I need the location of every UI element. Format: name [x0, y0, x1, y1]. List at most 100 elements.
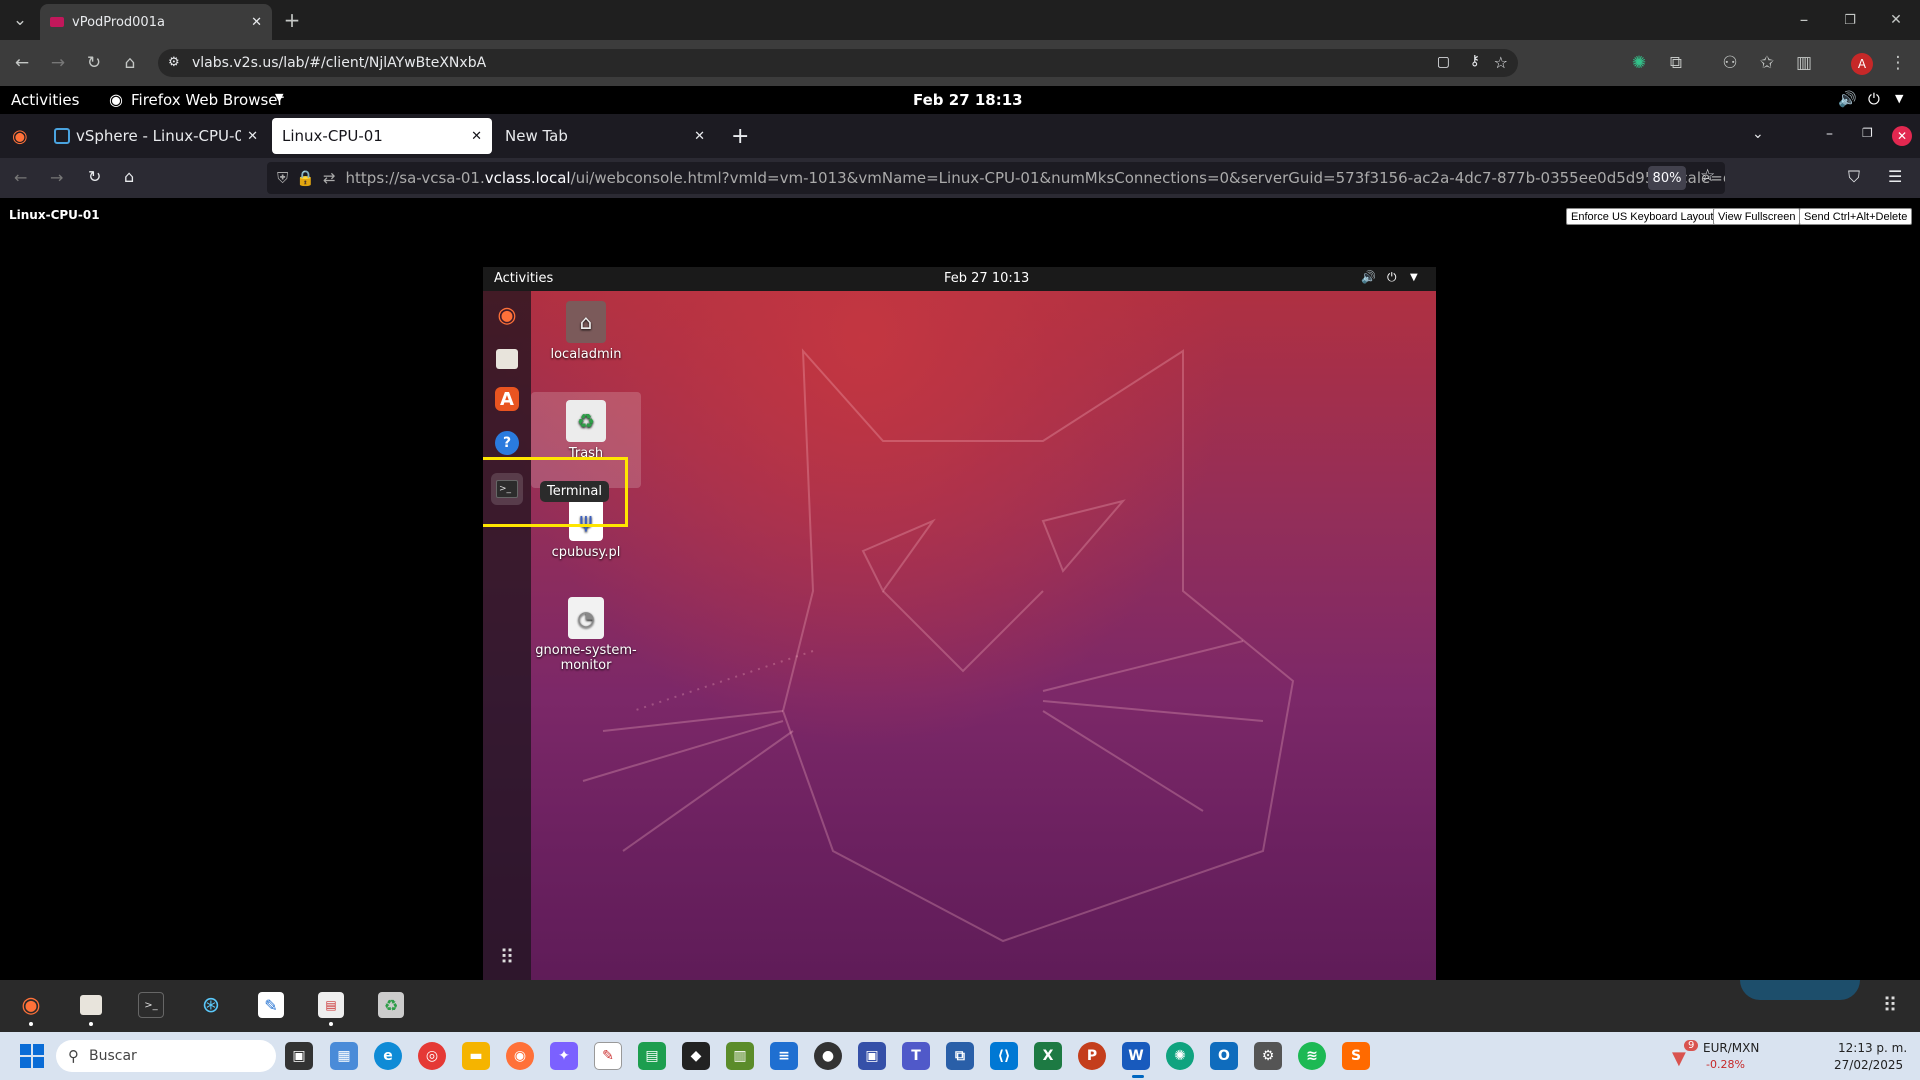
- dock-help-icon[interactable]: ?: [495, 431, 519, 455]
- ff-restore-icon[interactable]: ❐: [1862, 126, 1873, 140]
- vm-system-menu-icon[interactable]: ▼: [1410, 272, 1418, 283]
- control-panel-icon[interactable]: ⚙: [1254, 1042, 1282, 1070]
- gnome-app-menu[interactable]: Firefox Web Browser: [131, 91, 284, 109]
- bookmark-star-icon[interactable]: ☆: [1494, 53, 1508, 72]
- dock-software-icon[interactable]: A: [495, 387, 519, 411]
- performance-icon[interactable]: ⚇: [1716, 49, 1744, 77]
- chrome-tab-vpod[interactable]: vPodProd001a ✕: [40, 4, 272, 40]
- vm-clock[interactable]: Feb 27 10:13: [944, 271, 1029, 286]
- host-show-apps-icon[interactable]: ⠿: [1877, 992, 1903, 1018]
- explorer-icon[interactable]: ▬: [462, 1042, 490, 1070]
- teams-icon[interactable]: T: [902, 1042, 930, 1070]
- ff-bookmark-star-icon[interactable]: ☆: [1700, 166, 1715, 186]
- extension-chatgpt-icon[interactable]: ✺: [1625, 49, 1653, 77]
- firefox-view-icon[interactable]: ◉: [12, 126, 28, 147]
- key-icon[interactable]: ⚷: [1470, 53, 1480, 69]
- send-cad-button[interactable]: Send Ctrl+Alt+Delete: [1799, 208, 1913, 225]
- ff-minimize-icon[interactable]: –: [1826, 126, 1833, 142]
- chrome-icon[interactable]: ◎: [418, 1042, 446, 1070]
- desktop-system-monitor[interactable]: ◔ gnome-system-monitor: [531, 597, 641, 673]
- currency-label[interactable]: EUR/MXN: [1703, 1041, 1759, 1055]
- taskbar-firefox-icon[interactable]: ◉: [506, 1042, 534, 1070]
- vm-activities[interactable]: Activities: [494, 271, 553, 286]
- new-tab-icon[interactable]: +: [278, 6, 306, 34]
- system-date[interactable]: 27/02/2025: [1834, 1058, 1903, 1072]
- notes-app-icon[interactable]: ▤: [638, 1042, 666, 1070]
- enforce-keyboard-button[interactable]: Enforce US Keyboard Layout: [1566, 208, 1719, 225]
- host-editor-icon[interactable]: ✎: [258, 992, 284, 1018]
- ff-urlbar[interactable]: ⛨ 🔒 ⇄ https://sa-vcsa-01. vclass.local/ui…: [267, 162, 1725, 194]
- show-apps-icon[interactable]: ⠿: [491, 941, 523, 973]
- desktop-home-folder[interactable]: ⌂ localadmin: [531, 301, 641, 362]
- reload-icon[interactable]: ↻: [80, 49, 108, 77]
- lock-icon[interactable]: 🔒: [296, 169, 315, 187]
- back-icon[interactable]: ←: [8, 49, 36, 77]
- ff-tab-vsphere[interactable]: vSphere - Linux-CPU-01 ✕: [44, 118, 268, 154]
- vm-power-icon[interactable]: ⏻: [1387, 270, 1397, 285]
- currency-widget-icon[interactable]: ▼ 9: [1672, 1040, 1699, 1069]
- restore-icon[interactable]: ❐: [1836, 6, 1864, 34]
- list-tabs-icon[interactable]: ⌄: [1752, 126, 1764, 142]
- dock-files-icon[interactable]: [491, 343, 523, 375]
- host-terminal-icon[interactable]: >_: [138, 992, 164, 1018]
- vm-volume-icon[interactable]: 🔊: [1361, 270, 1376, 284]
- vscode-icon[interactable]: ⟨⟩: [990, 1042, 1018, 1070]
- side-panel-icon[interactable]: ▥: [1790, 49, 1818, 77]
- windows-search-box[interactable]: ⚲ Buscar: [56, 1040, 276, 1072]
- chrome-menu-icon[interactable]: ⋮: [1884, 49, 1912, 77]
- outlook-icon[interactable]: O: [1210, 1042, 1238, 1070]
- extensions-icon[interactable]: ⧉: [1662, 49, 1690, 77]
- favorites-icon[interactable]: ✩: [1753, 49, 1781, 77]
- forward-icon[interactable]: →: [44, 49, 72, 77]
- ff-tab-new[interactable]: New Tab ✕: [495, 118, 715, 154]
- close-tab-icon[interactable]: ✕: [694, 129, 705, 144]
- volume-icon[interactable]: 🔊: [1838, 90, 1857, 108]
- system-menu-chevron-icon[interactable]: ▼: [1895, 92, 1903, 105]
- profile-avatar[interactable]: A: [1851, 53, 1873, 75]
- pocket-icon[interactable]: ⛉: [1848, 167, 1860, 187]
- gnome-clock[interactable]: Feb 27 18:13: [913, 91, 1023, 109]
- screenshot-icon[interactable]: ▢: [1437, 54, 1450, 70]
- copilot-icon[interactable]: ✦: [550, 1042, 578, 1070]
- dock-firefox-icon[interactable]: ◉: [491, 299, 523, 331]
- edge-icon[interactable]: e: [374, 1042, 402, 1070]
- excel-icon[interactable]: X: [1034, 1042, 1062, 1070]
- snipping-icon[interactable]: ✎: [594, 1042, 622, 1070]
- ff-tab-linux-cpu[interactable]: Linux-CPU-01 ✕: [272, 118, 492, 154]
- powerpoint-icon[interactable]: P: [1078, 1042, 1106, 1070]
- home-icon[interactable]: ⌂: [116, 49, 144, 77]
- tab-search-icon[interactable]: ⌄: [6, 6, 34, 34]
- host-files-icon[interactable]: [78, 992, 104, 1018]
- widgets-icon[interactable]: ▦: [330, 1042, 358, 1070]
- close-window-icon[interactable]: ✕: [1882, 6, 1910, 34]
- chatgpt-icon[interactable]: ✺: [1166, 1042, 1194, 1070]
- close-tab-icon[interactable]: ✕: [471, 129, 482, 144]
- close-tab-icon[interactable]: ✕: [247, 129, 258, 144]
- windows-start-icon[interactable]: [20, 1044, 44, 1068]
- site-info-icon[interactable]: ⚙: [168, 55, 180, 70]
- minimize-icon[interactable]: –: [1790, 6, 1818, 34]
- ff-menu-icon[interactable]: ☰: [1888, 167, 1902, 186]
- view-fullscreen-button[interactable]: View Fullscreen: [1713, 208, 1801, 225]
- ff-new-tab-icon[interactable]: +: [731, 124, 749, 149]
- word-icon[interactable]: W: [1122, 1042, 1150, 1070]
- task-view-icon[interactable]: ▣: [285, 1042, 313, 1070]
- spotify-icon[interactable]: ≋: [1298, 1042, 1326, 1070]
- sheets-app-icon[interactable]: ▥: [726, 1042, 754, 1070]
- tracking-shield-icon[interactable]: ⛨: [277, 169, 288, 187]
- docs-app-icon[interactable]: ≡: [770, 1042, 798, 1070]
- power-icon[interactable]: ⏻: [1868, 90, 1880, 108]
- vm-screen[interactable]: Activities Feb 27 10:13 🔊 ⏻ ▼ ◉ A ? >_ ⠿…: [483, 267, 1436, 980]
- remote-desktop-icon[interactable]: ▣: [858, 1042, 886, 1070]
- vmware-icon[interactable]: ⧉: [946, 1042, 974, 1070]
- terminal-app-icon[interactable]: ◆: [682, 1042, 710, 1070]
- zoom-indicator[interactable]: 80%: [1648, 166, 1686, 190]
- obs-icon[interactable]: ●: [814, 1042, 842, 1070]
- chrome-omnibox[interactable]: ⚙ vlabs.v2s.us/lab/#/client/NjlAYwBteXNx…: [158, 49, 1518, 77]
- host-remote-icon[interactable]: ⊛: [198, 992, 224, 1018]
- ff-reload-icon[interactable]: ↻: [88, 167, 101, 186]
- host-trash-icon[interactable]: ♻: [378, 992, 404, 1018]
- sublime-icon[interactable]: S: [1342, 1042, 1370, 1070]
- ff-forward-icon[interactable]: →: [50, 168, 63, 187]
- close-tab-icon[interactable]: ✕: [251, 15, 262, 30]
